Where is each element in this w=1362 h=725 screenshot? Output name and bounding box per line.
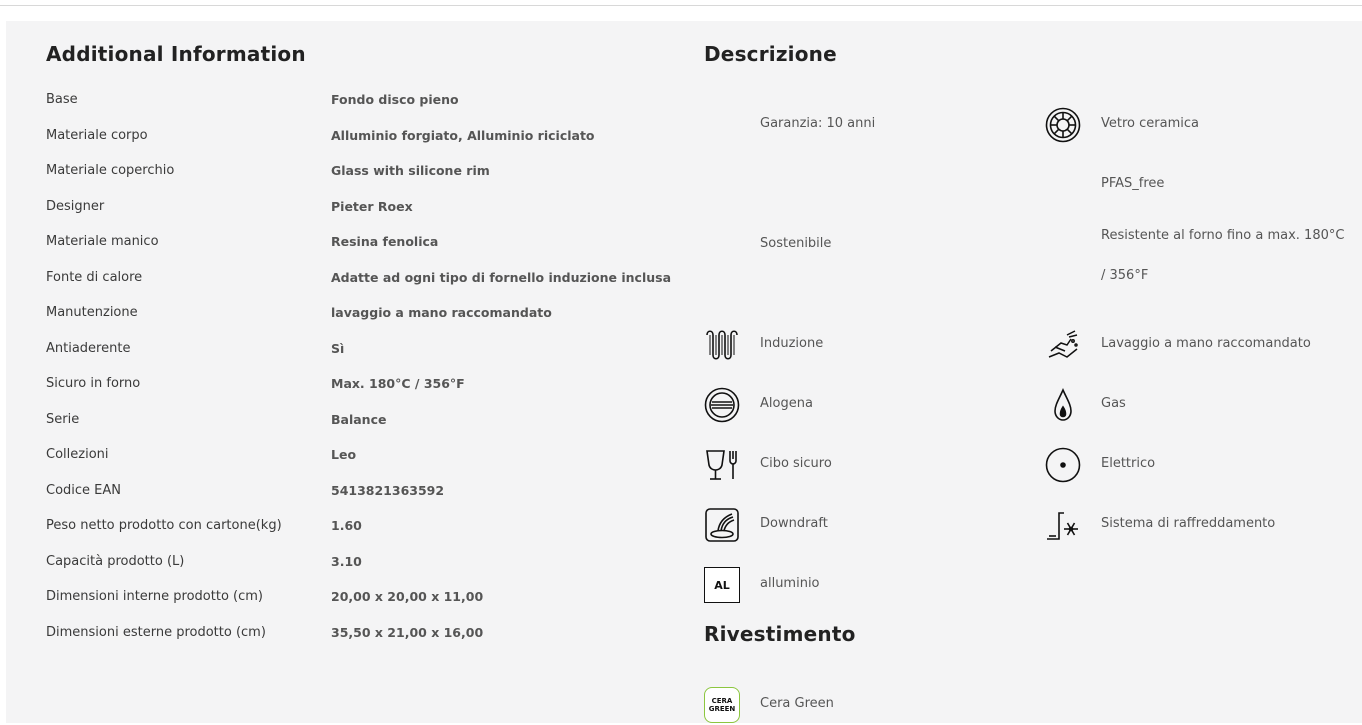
- cooling-system-icon: [1045, 507, 1081, 543]
- info-value: 5413821363592: [331, 483, 445, 498]
- info-label: Materiale manico: [46, 234, 159, 249]
- feature-downdraft: Downdraft: [704, 505, 1024, 545]
- halogen-icon: [704, 387, 740, 423]
- induction-icon: [704, 327, 740, 363]
- gas-icon: [1045, 387, 1081, 423]
- info-value: Glass with silicone rim: [331, 163, 490, 178]
- info-label: Serie: [46, 412, 80, 427]
- coating-title: Rivestimento: [704, 622, 856, 646]
- feature-halogen: Alogena: [704, 385, 1024, 425]
- feature-label: Elettrico: [1101, 456, 1156, 471]
- aluminium-icon: AL: [704, 567, 740, 603]
- info-value: Adatte ad ogni tipo di fornello induzion…: [331, 270, 672, 285]
- info-value: 35,50 x 21,00 x 16,00: [331, 625, 484, 640]
- downdraft-icon: [704, 507, 740, 543]
- feature-label: Sistema di raffreddamento: [1101, 516, 1276, 531]
- feature-label: alluminio: [760, 576, 820, 591]
- feature-sustainable: Sostenibile: [704, 225, 1024, 265]
- feature-food-safe: Cibo sicuro: [704, 445, 1024, 485]
- feature-label: Sostenibile: [760, 236, 832, 251]
- info-label: Manutenzione: [46, 305, 138, 320]
- electric-icon: [1045, 447, 1081, 483]
- info-label: Dimensioni interne prodotto (cm): [46, 589, 263, 604]
- info-label: Designer: [46, 199, 105, 214]
- info-label: Codice EAN: [46, 483, 122, 498]
- feature-label: Resistente al forno fino a max. 180°C / …: [1101, 228, 1345, 283]
- description-title: Descrizione: [704, 42, 837, 66]
- feature-label: Alogena: [760, 396, 813, 411]
- info-value: lavaggio a mano raccomandato: [331, 305, 552, 320]
- feature-label: Garanzia: 10 anni: [760, 116, 876, 131]
- info-label: Dimensioni esterne prodotto (cm): [46, 625, 266, 640]
- feature-label: Lavaggio a mano raccomandato: [1101, 336, 1311, 351]
- top-divider: [0, 5, 1362, 6]
- info-value: 20,00 x 20,00 x 11,00: [331, 589, 484, 604]
- info-label: Peso netto prodotto con cartone(kg): [46, 518, 282, 533]
- info-value: Max. 180°C / 356°F: [331, 376, 465, 391]
- info-label: Capacità prodotto (L): [46, 554, 185, 569]
- feature-ceramic-glass: Vetro ceramica: [1045, 105, 1362, 145]
- info-value: Sì: [331, 341, 345, 356]
- feature-electric: Elettrico: [1045, 445, 1362, 485]
- info-value: Balance: [331, 412, 387, 427]
- info-label: Materiale coperchio: [46, 163, 175, 178]
- hand-wash-icon: [1045, 327, 1081, 363]
- coating-label: Cera Green: [760, 696, 834, 711]
- feature-induction: Induzione: [704, 325, 1024, 365]
- feature-label: Cibo sicuro: [760, 456, 832, 471]
- feature-aluminium: AL alluminio: [704, 565, 1024, 605]
- feature-cooling-system: Sistema di raffreddamento: [1045, 505, 1362, 545]
- info-value: 3.10: [331, 554, 362, 569]
- info-value: Alluminio forgiato, Alluminio riciclato: [331, 128, 595, 143]
- feature-warranty: Garanzia: 10 anni: [704, 105, 1024, 145]
- info-value: Pieter Roex: [331, 199, 413, 214]
- cera-badge-line1: CERA: [711, 697, 733, 705]
- feature-label: Downdraft: [760, 516, 828, 531]
- info-value: Leo: [331, 447, 357, 462]
- feature-hand-wash: Lavaggio a mano raccomandato: [1045, 325, 1362, 365]
- aluminium-badge: AL: [714, 578, 730, 592]
- info-label: Antiaderente: [46, 341, 131, 356]
- info-label: Base: [46, 92, 78, 107]
- additional-info-title: Additional Information: [46, 42, 306, 66]
- feature-pfas-free: PFAS_free: [1045, 165, 1362, 205]
- coating-cera-green: CERA GREEN Cera Green: [704, 685, 1024, 725]
- food-safe-icon: [704, 447, 740, 483]
- info-label: Collezioni: [46, 447, 109, 462]
- feature-label: Induzione: [760, 336, 824, 351]
- feature-gas: Gas: [1045, 385, 1362, 425]
- info-value: Fondo disco pieno: [331, 92, 459, 107]
- info-label: Fonte di calore: [46, 270, 143, 285]
- product-details-panel: Additional Information Base Fondo disco p…: [6, 21, 1362, 723]
- feature-label: PFAS_free: [1101, 176, 1165, 191]
- info-value: 1.60: [331, 518, 362, 533]
- cera-badge-line2: GREEN: [708, 705, 736, 713]
- feature-oven-resistant: Resistente al forno fino a max. 180°C / …: [1045, 225, 1345, 305]
- info-label: Sicuro in forno: [46, 376, 141, 391]
- feature-label: Gas: [1101, 396, 1126, 411]
- info-value: Resina fenolica: [331, 234, 439, 249]
- ceramic-glass-icon: [1045, 107, 1081, 143]
- cera-green-icon: CERA GREEN: [704, 687, 740, 723]
- feature-label: Vetro ceramica: [1101, 116, 1199, 131]
- info-label: Materiale corpo: [46, 128, 148, 143]
